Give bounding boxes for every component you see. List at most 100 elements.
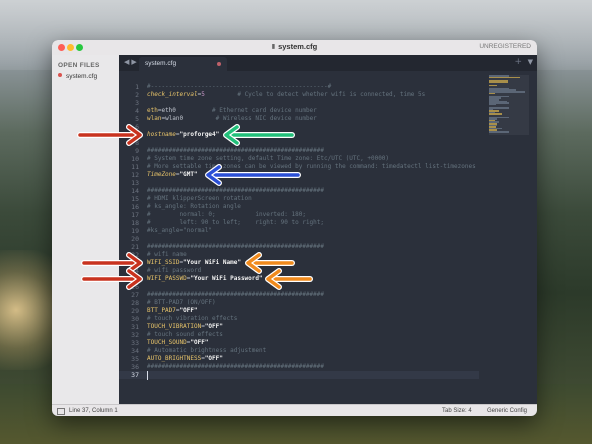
code-token: TOUCH_SOUND [147, 339, 187, 346]
line-number: 37 [131, 371, 139, 379]
code-line[interactable]: # HDMI klipperScreen rotation [147, 195, 252, 203]
code-token: # wifi name [147, 251, 187, 258]
code-line[interactable]: # System time zone setting, default Time… [147, 155, 389, 163]
code-line[interactable]: # touch sound effects [147, 331, 223, 339]
code-line[interactable]: TimeZone="GMT" [147, 171, 198, 179]
code-line[interactable]: # normal: 0; inverted: 180; [147, 211, 306, 219]
line-number: 27 [131, 291, 139, 299]
sidebar-file-system-cfg[interactable]: system.cfg [58, 73, 116, 82]
tab-menu-chevron-icon[interactable]: ▼ [528, 58, 533, 66]
code-token: "OFF" [190, 339, 209, 346]
code-line[interactable]: hostname="proforge4" [147, 131, 219, 139]
code-token: # Automatic brightness adjustment [147, 347, 267, 354]
line-number: 28 [131, 299, 139, 307]
tab-nav-arrows-icon[interactable]: ◀▶ [124, 58, 139, 66]
line-number: 33 [131, 339, 139, 347]
code-token: "OFF" [179, 307, 198, 314]
line-number: 30 [131, 315, 139, 323]
code-line[interactable]: WIFI_PASSWD="Your WiFi Password" [147, 275, 263, 283]
code-line[interactable]: # touch vibration effects [147, 315, 237, 323]
code-line[interactable]: # More settable time zones can be viewed… [147, 163, 476, 171]
code-token: "Your WiFi Name" [183, 259, 241, 266]
code-token: #ks_angle="normal" [147, 227, 213, 234]
code-token: # ks_angle: Rotation angle [147, 203, 241, 210]
line-number: 24 [131, 267, 139, 275]
code-token: hostname [147, 131, 176, 138]
text-cursor [147, 370, 148, 380]
line-number: 25 [131, 275, 139, 283]
tab-system-cfg[interactable]: system.cfg [139, 57, 227, 71]
code-line[interactable]: #ks_angle="normal" [147, 227, 212, 235]
code-line[interactable]: #---------------------------------------… [147, 83, 331, 91]
minimap-line [489, 113, 502, 115]
code-token: "OFF" [204, 355, 223, 362]
code-token: check_interval [147, 91, 198, 98]
code-line[interactable]: BTT_PAD7="OFF" [147, 307, 198, 315]
line-number: 2 [135, 91, 139, 99]
code-token: =eth0 [157, 107, 176, 114]
syntax-setting[interactable]: Generic Config [487, 405, 527, 416]
line-number: 26 [131, 283, 139, 291]
code-line[interactable]: # ks_angle: Rotation angle [147, 203, 241, 211]
code-token: BTT_PAD7 [147, 307, 176, 314]
unsaved-dot-icon[interactable] [217, 62, 221, 66]
code-token: =wlan0 [161, 115, 184, 122]
code-line[interactable]: # Automatic brightness adjustment [147, 347, 266, 355]
minimap[interactable] [489, 75, 529, 135]
code-line[interactable]: ########################################… [147, 243, 324, 251]
code-line[interactable]: # wifi password [147, 267, 201, 275]
cursor-position: Line 37, Column 1 [69, 408, 118, 414]
code-token: AUTO_BRIGHTNESS [147, 355, 202, 362]
minimap-line [489, 81, 508, 83]
code-line[interactable]: WIFI_SSID="Your WiFi Name" [147, 259, 241, 267]
minimap-line [489, 76, 520, 79]
minimap-line [489, 103, 497, 106]
open-files-heading: OPEN FILES [58, 62, 100, 69]
line-number: 3 [135, 99, 139, 107]
line-number: 29 [131, 307, 139, 315]
code-line[interactable]: check_interval=5 # Cycle to detect wheth… [147, 91, 425, 99]
title-bar[interactable]: ▮ system.cfg UNREGISTERED [52, 40, 537, 56]
code-token: # More settable time zones can be viewed… [147, 163, 476, 170]
code-token: ########################################… [147, 147, 325, 154]
line-number: 10 [131, 155, 139, 163]
code-token: # wifi password [147, 267, 202, 274]
code-line[interactable]: ########################################… [147, 147, 324, 155]
line-number: 34 [131, 347, 139, 355]
line-number: 6 [135, 123, 139, 131]
line-number: 23 [131, 259, 139, 267]
code-line[interactable]: ########################################… [147, 291, 324, 299]
document-icon: ▮ [271, 44, 276, 50]
panel-toggle-icon[interactable] [57, 408, 65, 415]
code-editor[interactable]: 1 2 3 4 5 6 7 8 9 10 11 12 13 14 15 16 17 18 19 20 21 22 23 24 2… [119, 71, 537, 404]
new-tab-icon[interactable]: + [514, 57, 522, 67]
line-number: 36 [131, 363, 139, 371]
code-line[interactable]: AUTO_BRIGHTNESS="OFF" [147, 355, 223, 363]
line-number: 8 [135, 139, 139, 147]
code-token: ########################################… [147, 187, 325, 194]
line-number: 21 [131, 243, 139, 251]
code-line[interactable]: # BTT-PAD7 (ON/OFF) [147, 299, 216, 307]
line-number: 7 [135, 131, 139, 139]
code-token: WIFI_SSID [147, 259, 180, 266]
code-line[interactable]: ########################################… [147, 363, 324, 371]
code-line[interactable]: # wifi name [147, 251, 187, 259]
line-number: 16 [131, 203, 139, 211]
code-line[interactable]: TOUCH_SOUND="OFF" [147, 339, 208, 347]
code-line[interactable]: ########################################… [147, 187, 324, 195]
line-number: 32 [131, 331, 139, 339]
unregistered-label: UNREGISTERED [479, 43, 531, 50]
code-token: ########################################… [147, 291, 325, 298]
code-token: # Cycle to detect whether wifi is connec… [204, 91, 426, 98]
code-token: # HDMI klipperScreen rotation [147, 195, 252, 202]
code-token: WIFI_PASSWD [147, 275, 187, 282]
code-line[interactable]: # left: 90 to left; right: 90 to right; [147, 219, 324, 227]
code-line[interactable]: wlan=wlan0 # Wireless NIC device number [147, 115, 317, 123]
line-number-gutter: 1 2 3 4 5 6 7 8 9 10 11 12 13 14 15 16 17 18 19 20 21 22 23 24 2… [119, 71, 143, 404]
line-number: 15 [131, 195, 139, 203]
code-line[interactable]: eth=eth0 # Ethernet card device number [147, 107, 317, 115]
line-number: 13 [131, 179, 139, 187]
tab-size-setting[interactable]: Tab Size: 4 [442, 405, 472, 416]
modified-dot-icon [58, 73, 62, 77]
code-line[interactable]: TOUCH_VIBRATION="OFF" [147, 323, 223, 331]
